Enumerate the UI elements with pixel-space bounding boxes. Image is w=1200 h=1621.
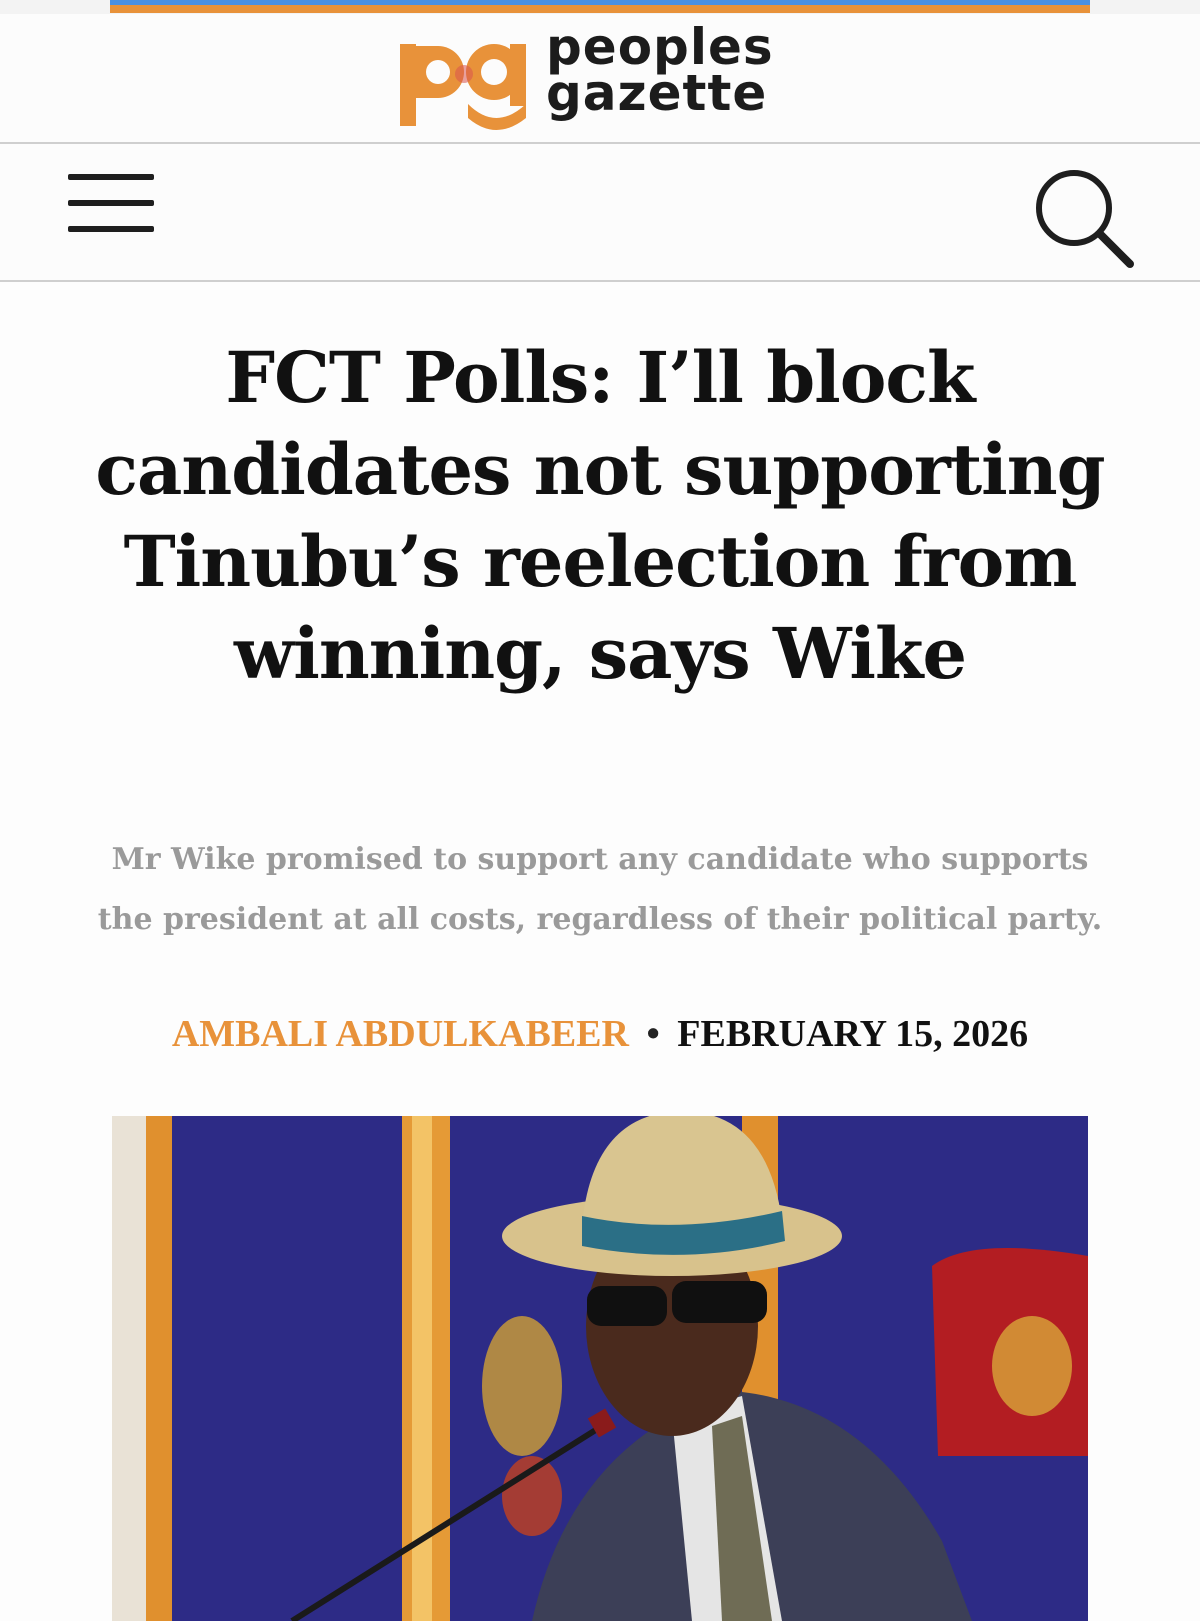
site-name-line2: gazette	[546, 64, 768, 122]
nav-bar	[0, 144, 1200, 282]
site-logo[interactable]: peoples gazette	[398, 22, 788, 136]
site-name: peoples gazette	[546, 22, 774, 122]
brand-accent-bar	[110, 0, 1090, 13]
site-header: peoples gazette	[0, 14, 1200, 144]
pg-logo-mark-icon	[400, 44, 526, 130]
hamburger-menu-icon[interactable]	[68, 174, 154, 238]
article-byline: AMBALI ABDULKABEER • FEBRUARY 15, 2026	[0, 1010, 1200, 1058]
top-strip	[0, 0, 1200, 14]
article-summary: Mr Wike promised to support any candidat…	[97, 842, 1103, 937]
search-icon[interactable]	[1030, 164, 1140, 274]
publish-date: FEBRUARY 15, 2026	[677, 1013, 1029, 1055]
byline-separator: •	[646, 1013, 660, 1055]
author-link[interactable]: AMBALI ABDULKABEER	[172, 1013, 629, 1055]
article-headline: FCT Polls: I’ll block candidates not sup…	[95, 336, 1105, 695]
article-featured-image	[112, 1116, 1088, 1621]
